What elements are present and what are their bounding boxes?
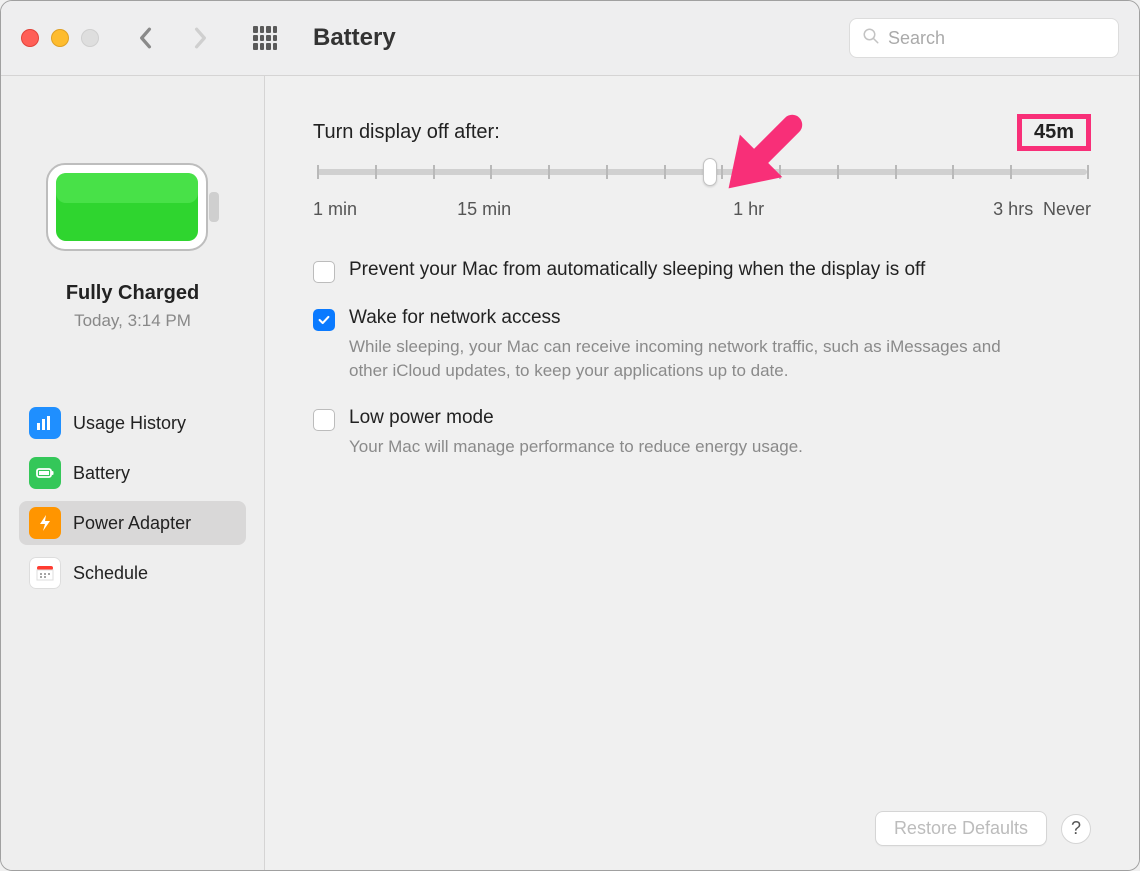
wake-network-checkbox[interactable] [313,309,335,331]
display-off-slider[interactable] [313,169,1091,175]
sidebar-item-label: Schedule [73,563,148,584]
low-power-checkbox[interactable] [313,409,335,431]
battery-status-time: Today, 3:14 PM [74,311,191,331]
option-wake-network: Wake for network access While sleeping, … [313,307,1091,383]
zoom-window-button [81,29,99,47]
titlebar: Battery [1,1,1139,76]
bars-icon [29,407,61,439]
sidebar-item-battery[interactable]: Battery [19,451,246,495]
slider-thumb[interactable] [703,158,717,186]
low-power-desc: Your Mac will manage performance to redu… [349,435,1029,459]
traffic-lights [21,29,99,47]
option-low-power: Low power mode Your Mac will manage perf… [313,407,1091,459]
sidebar-nav: Usage History Battery Power Adapter [19,401,246,595]
sidebar-item-label: Battery [73,463,130,484]
preferences-window: Battery Fully Charged Today, 3:14 PM [0,0,1140,871]
search-input[interactable] [888,28,1120,49]
search-field[interactable] [849,18,1119,58]
forward-button[interactable] [191,28,211,48]
battery-status-title: Fully Charged [66,282,199,305]
sidebar-item-power-adapter[interactable]: Power Adapter [19,501,246,545]
option-prevent-sleep: Prevent your Mac from automatically slee… [313,259,1091,283]
battery-large-icon [43,160,223,254]
help-button[interactable]: ? [1061,814,1091,844]
calendar-icon [29,557,61,589]
sidebar-item-schedule[interactable]: Schedule [19,551,246,595]
main-content: Turn display off after: 45m [265,76,1139,870]
restore-defaults-button[interactable]: Restore Defaults [875,811,1047,846]
prevent-sleep-label: Prevent your Mac from automatically slee… [349,259,1091,281]
footer: Restore Defaults ? [313,791,1091,846]
prevent-sleep-checkbox[interactable] [313,261,335,283]
wake-network-label: Wake for network access [349,307,1091,329]
sidebar-item-label: Usage History [73,413,186,434]
nav-arrows [135,28,211,48]
slider-label-3hrs: 3 hrs [993,199,1033,220]
sidebar-item-label: Power Adapter [73,513,191,534]
wake-network-desc: While sleeping, your Mac can receive inc… [349,335,1029,383]
body: Fully Charged Today, 3:14 PM Usage Histo… [1,76,1139,870]
slider-header: Turn display off after: 45m [313,114,1091,151]
low-power-label: Low power mode [349,407,1091,429]
slider-scale-labels: 1 min 15 min 1 hr 3 hrs Never [313,199,1091,223]
bolt-icon [29,507,61,539]
show-all-icon[interactable] [253,26,277,50]
sidebar: Fully Charged Today, 3:14 PM Usage Histo… [1,76,265,870]
display-off-label: Turn display off after: [313,121,500,144]
display-off-value: 45m [1017,114,1091,151]
battery-icon [29,457,61,489]
sidebar-item-usage-history[interactable]: Usage History [19,401,246,445]
options-list: Prevent your Mac from automatically slee… [313,259,1091,458]
slider-label-never: Never [1043,199,1091,220]
window-title: Battery [313,24,837,52]
search-icon [862,27,880,50]
close-window-button[interactable] [21,29,39,47]
slider-label-1hr: 1 hr [733,199,764,220]
back-button[interactable] [135,28,155,48]
minimize-window-button[interactable] [51,29,69,47]
slider-label-1min: 1 min [313,199,357,220]
slider-label-15min: 15 min [457,199,511,220]
